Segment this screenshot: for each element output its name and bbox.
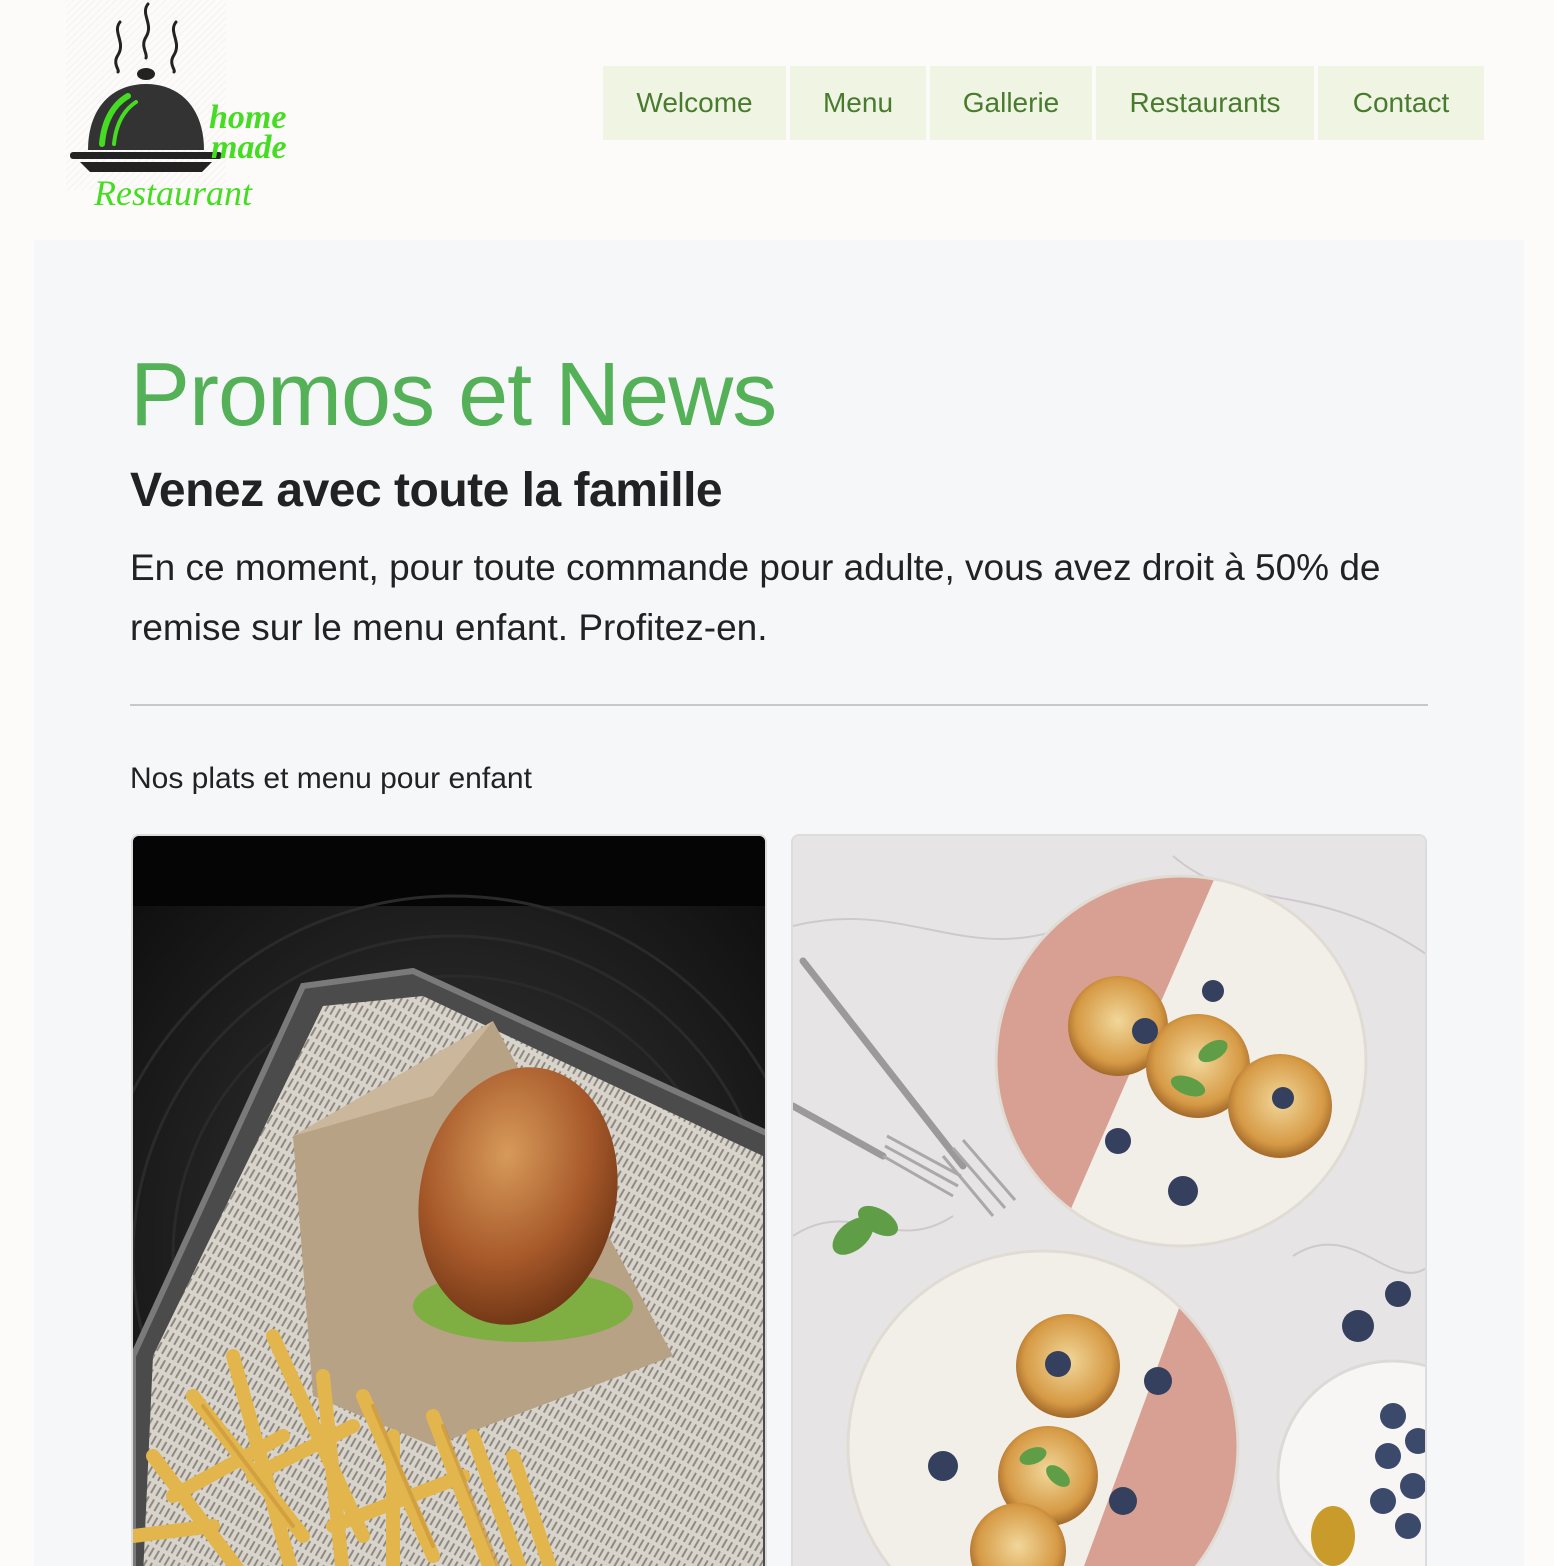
nav-item-gallerie[interactable]: Gallerie <box>930 66 1092 140</box>
burger-and-fries-photo <box>133 836 765 1566</box>
divider <box>130 704 1428 706</box>
logo-text-restaurant: Restaurant <box>93 173 253 213</box>
page: home made Restaurant Welcome Menu Galler… <box>0 0 1554 1566</box>
pancakes-with-blueberries-photo <box>793 836 1425 1566</box>
logo-wordmark: home made Restaurant <box>93 99 287 213</box>
promo-text: En ce moment, pour toute commande pour a… <box>130 547 1381 648</box>
dish-card-burger[interactable] <box>131 834 767 1566</box>
nav-item-menu[interactable]: Menu <box>790 66 926 140</box>
logo-text-made: made <box>211 129 287 166</box>
promo-subtitle: Venez avec toute la famille <box>130 464 723 517</box>
promo-section: Promos et News Venez avec toute la famil… <box>34 240 1524 1566</box>
dish-card-pancakes[interactable] <box>791 834 1427 1566</box>
nav-item-welcome[interactable]: Welcome <box>603 66 786 140</box>
page-title: Promos et News <box>130 345 777 445</box>
nav-item-restaurants[interactable]: Restaurants <box>1096 66 1314 140</box>
restaurant-logo[interactable]: home made Restaurant <box>66 0 306 215</box>
nav-item-contact[interactable]: Contact <box>1318 66 1484 140</box>
section-label: Nos plats et menu pour enfant <box>130 762 532 795</box>
main-nav: Welcome Menu Gallerie Restaurants Contac… <box>603 66 1484 140</box>
